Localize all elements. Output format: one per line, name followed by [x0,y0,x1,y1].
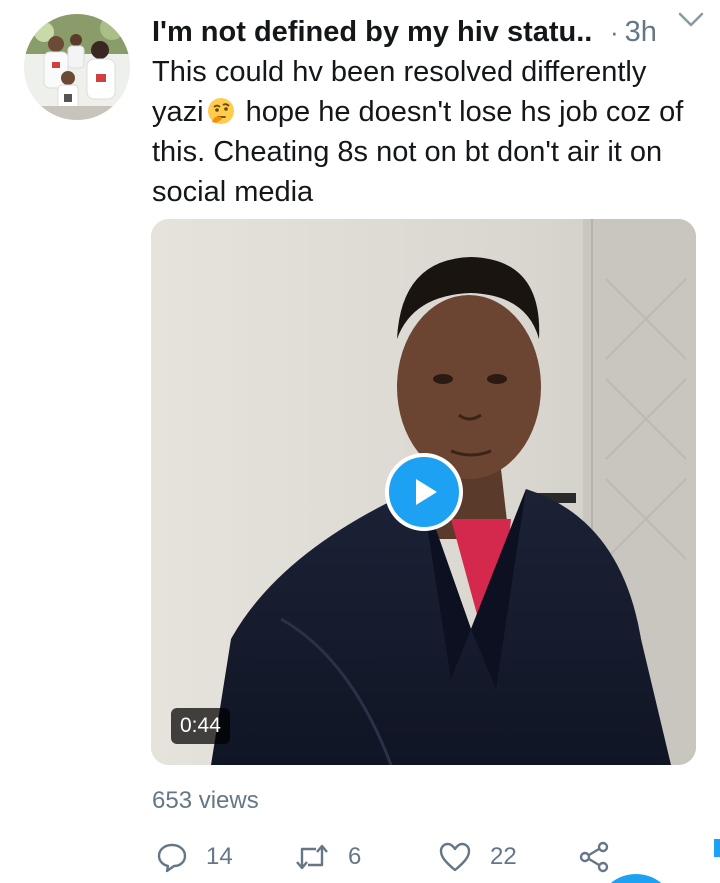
like-button[interactable]: 22 [438,835,517,879]
thinking-face-icon [206,96,236,126]
speech-bubble-icon [157,843,187,873]
like-count: 22 [490,843,517,870]
video-duration: 0:44 [171,708,230,744]
tweet-text: This could hv been resolved differently … [152,52,700,212]
share-icon [579,841,609,873]
video-player[interactable]: 0:44 [151,219,696,765]
retweet-button[interactable]: 6 [294,835,361,879]
reply-button[interactable]: 14 [156,835,233,879]
view-count: 653 views [152,787,259,814]
display-name[interactable]: I'm not defined by my hiv statu... [152,16,592,49]
reply-count: 14 [206,843,233,870]
retweet-count: 6 [348,843,362,870]
scroll-edge-marker [714,839,720,857]
tweet-header: I'm not defined by my hiv statu... · 3h [152,12,704,52]
separator-dot: · [610,16,619,47]
tweet-card[interactable]: I'm not defined by my hiv statu... · 3h … [0,0,720,883]
avatar[interactable] [24,14,130,120]
play-button[interactable] [385,453,463,531]
play-icon [416,479,437,505]
timestamp[interactable]: 3h [625,16,657,49]
chevron-down-icon[interactable] [676,6,706,32]
retweet-icon [296,844,328,870]
action-bar: 14 6 22 [152,835,712,879]
share-button[interactable] [578,835,610,879]
heart-icon [439,842,471,872]
